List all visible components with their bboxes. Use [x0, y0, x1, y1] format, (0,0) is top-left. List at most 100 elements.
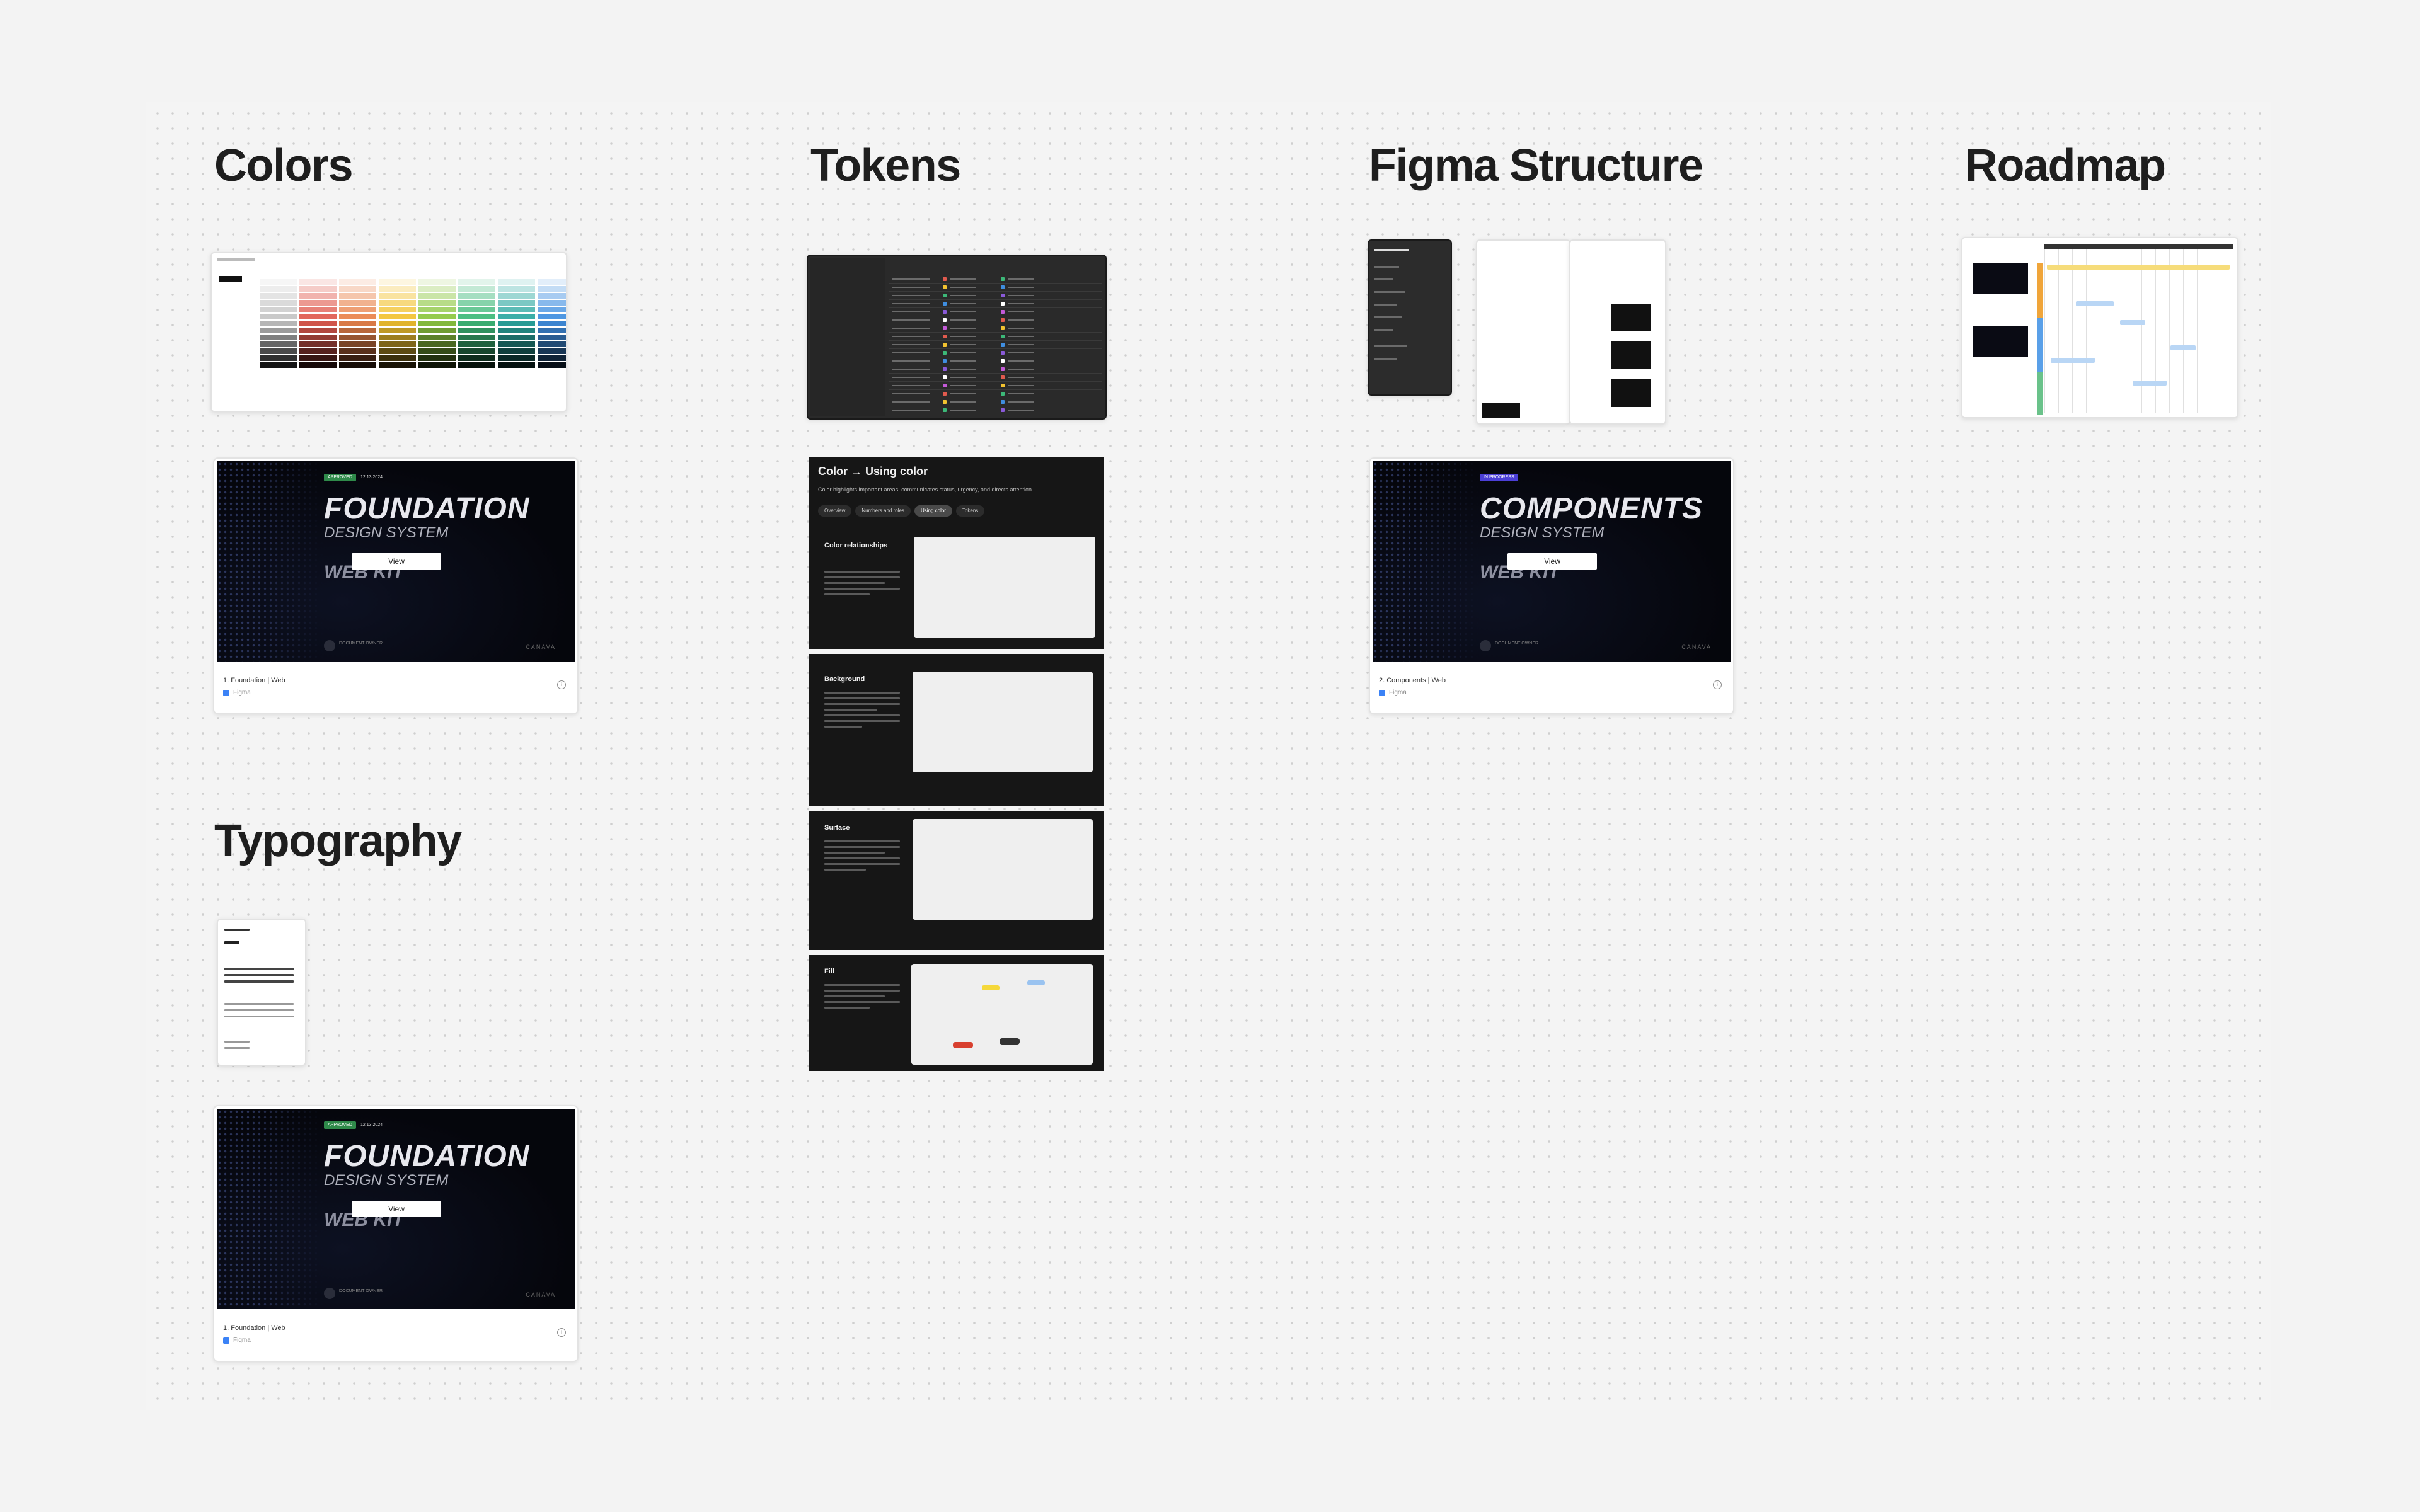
token-row[interactable]	[889, 365, 1102, 373]
token-row[interactable]	[889, 275, 1102, 283]
app-name: Figma	[233, 1337, 251, 1344]
typography-doc-frame[interactable]	[217, 919, 306, 1066]
color-swatch	[418, 286, 456, 292]
author-label: DOCUMENT OWNER	[339, 1289, 383, 1293]
token-name	[892, 311, 930, 312]
token-row[interactable]	[889, 283, 1102, 291]
info-icon[interactable]: i	[557, 1328, 566, 1337]
section-title-colors: Colors	[214, 140, 354, 191]
tab-numbers-and-roles[interactable]: Numbers and roles	[855, 505, 911, 517]
file-name[interactable]: 1. Foundation | Web	[223, 677, 285, 684]
token-swatch	[1001, 400, 1005, 404]
roadmap-grid	[2044, 244, 2233, 413]
roadmap-bar[interactable]	[2170, 345, 2196, 350]
section-title-roadmap: Roadmap	[1965, 140, 2166, 191]
file-card-components[interactable]: IN PROGRESS COMPONENTS DESIGN SYSTEM WEB…	[1369, 457, 1734, 714]
file-card-foundation[interactable]: APPROVED 12.13.2024 FOUNDATION DESIGN SY…	[213, 457, 579, 714]
panel-row	[1374, 358, 1397, 360]
token-row[interactable]	[889, 324, 1102, 332]
figma-structure-page-a[interactable]	[1476, 239, 1570, 425]
fill-illustration	[911, 964, 1093, 1065]
token-value	[1008, 278, 1034, 280]
color-swatch	[538, 307, 566, 312]
tab-overview[interactable]: Overview	[818, 505, 852, 517]
file-name[interactable]: 2. Components | Web	[1379, 677, 1446, 684]
color-swatch	[498, 335, 535, 340]
info-icon[interactable]: i	[1713, 680, 1722, 689]
info-icon[interactable]: i	[557, 680, 566, 689]
section-surface: Surface	[824, 824, 850, 832]
token-swatch	[1001, 384, 1005, 387]
file-card-foundation-2[interactable]: APPROVED 12.13.2024 FOUNDATION DESIGN SY…	[213, 1105, 579, 1362]
view-button[interactable]: View	[352, 553, 441, 570]
view-button[interactable]: View	[352, 1201, 441, 1217]
roadmap-thumb-foundation	[1973, 263, 2028, 294]
tab-using-color[interactable]: Using color	[914, 505, 952, 517]
roadmap-bar[interactable]	[2047, 265, 2230, 270]
roadmap-bar[interactable]	[2120, 320, 2145, 325]
roadmap-bar[interactable]	[2051, 358, 2095, 363]
color-swatch	[498, 355, 535, 361]
color-swatch	[458, 348, 495, 354]
cover-title: FOUNDATION	[324, 1140, 530, 1173]
file-name[interactable]: 1. Foundation | Web	[223, 1324, 285, 1332]
section-title-typography: Typography	[214, 816, 462, 866]
token-row[interactable]	[889, 389, 1102, 398]
avatar	[324, 640, 335, 651]
color-swatch	[339, 335, 376, 340]
color-swatch	[260, 328, 297, 333]
token-row[interactable]	[889, 316, 1102, 324]
typography-sample	[224, 1016, 294, 1017]
token-value	[1008, 360, 1034, 362]
token-value	[950, 295, 976, 296]
background-doc[interactable]: Background	[809, 654, 1104, 806]
canvas-board[interactable]: Colors Tokens Figma Structure Roadmap Ty…	[146, 102, 2271, 1410]
roadmap-frame[interactable]	[1961, 237, 2238, 418]
roadmap-bar[interactable]	[2076, 301, 2114, 306]
token-name	[892, 336, 930, 337]
token-row[interactable]	[889, 340, 1102, 348]
doc-subtitle: Color highlights important areas, commun…	[818, 486, 1034, 493]
color-swatch	[498, 272, 535, 278]
color-swatch	[339, 286, 376, 292]
token-row[interactable]	[889, 332, 1102, 340]
surface-doc[interactable]: Surface	[809, 811, 1104, 950]
color-swatch	[458, 300, 495, 306]
colors-palette-frame[interactable]	[210, 252, 567, 412]
color-swatch	[418, 279, 456, 285]
using-color-doc[interactable]: Color → Using color Color highlights imp…	[809, 457, 1104, 649]
token-row[interactable]	[889, 357, 1102, 365]
roadmap-lane-orange	[2037, 263, 2043, 318]
token-row[interactable]	[889, 406, 1102, 414]
color-relationships-illustration	[914, 537, 1095, 638]
status-badge: APPROVED	[324, 474, 356, 481]
token-row[interactable]	[889, 373, 1102, 381]
color-swatch	[339, 362, 376, 368]
view-button[interactable]: View	[1507, 553, 1597, 570]
fill-doc[interactable]: Fill	[809, 955, 1104, 1071]
palette-column	[379, 272, 416, 368]
figma-structure-panel[interactable]	[1368, 239, 1452, 396]
section-text	[824, 571, 900, 599]
color-swatch	[260, 293, 297, 299]
figma-structure-page-b[interactable]	[1569, 239, 1666, 425]
color-swatch	[379, 348, 416, 354]
file-thumbnail: APPROVED 12.13.2024 FOUNDATION DESIGN SY…	[217, 1109, 575, 1309]
color-swatch	[339, 348, 376, 354]
token-row[interactable]	[889, 299, 1102, 307]
figma-icon	[1379, 689, 1385, 696]
tab-tokens[interactable]: Tokens	[955, 505, 985, 517]
token-row[interactable]	[889, 348, 1102, 357]
token-row[interactable]	[889, 291, 1102, 299]
panel-row	[1374, 291, 1405, 293]
token-row[interactable]	[889, 307, 1102, 316]
token-row[interactable]	[889, 381, 1102, 389]
token-row[interactable]	[889, 398, 1102, 406]
palette-column	[339, 272, 376, 368]
color-swatch	[379, 307, 416, 312]
color-swatch	[379, 341, 416, 347]
color-swatch	[339, 272, 376, 278]
roadmap-bar[interactable]	[2133, 381, 2167, 386]
color-swatch	[538, 328, 566, 333]
tokens-table-frame[interactable]	[807, 255, 1107, 420]
